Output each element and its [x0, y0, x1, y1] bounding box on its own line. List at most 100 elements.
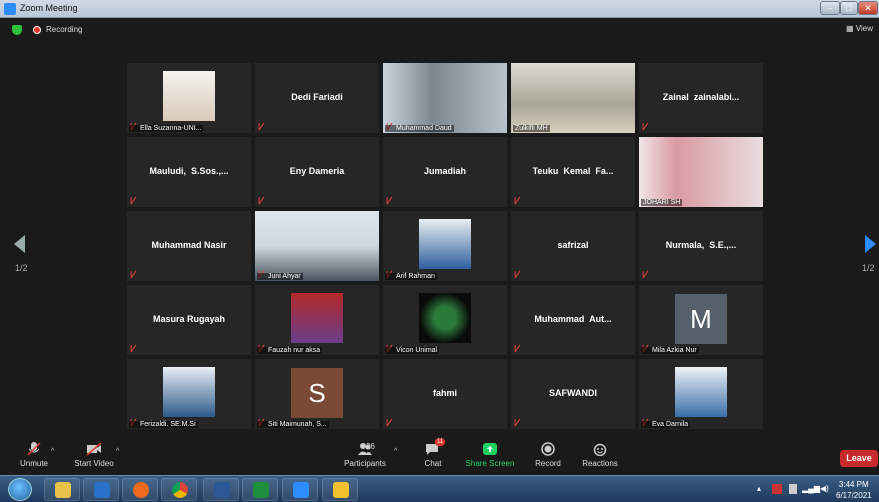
- participant-tile-fauzah[interactable]: ǀFauzah nur aksa: [255, 285, 379, 355]
- share-screen-button[interactable]: Share Screen: [465, 442, 515, 468]
- view-label: View: [855, 24, 873, 33]
- record-button[interactable]: Record: [530, 442, 566, 468]
- reactions-emoji-icon: [592, 442, 608, 457]
- participant-label: Vicon Unimal: [385, 347, 440, 354]
- participant-tile-arif[interactable]: ǀArif Rahman: [383, 211, 507, 281]
- participant-tile-nurmala[interactable]: Nurmala, S.E.,... ǀ: [639, 211, 763, 281]
- participant-photo: [419, 293, 471, 343]
- unmute-label: Unmute: [19, 459, 48, 468]
- view-button[interactable]: ▦ View: [846, 24, 873, 33]
- participants-icon: 26: [350, 442, 380, 456]
- reactions-button[interactable]: Reactions: [580, 442, 620, 468]
- participant-tile-juni[interactable]: ǀJuni Ahyar: [255, 211, 379, 281]
- maximize-button[interactable]: □: [840, 1, 858, 15]
- participant-label: Ferizaldi. SE.M.Si: [129, 421, 198, 428]
- participant-tile-vicon[interactable]: ǀVicon Unimal: [383, 285, 507, 355]
- participant-tile-safrizal[interactable]: safrizal ǀ: [511, 211, 635, 281]
- participants-button[interactable]: 26 Participants: [340, 442, 390, 468]
- participant-tile-mauludi[interactable]: Mauludi, S.Sos.,... ǀ: [127, 137, 251, 207]
- participant-name: Eny Dameria: [289, 166, 345, 176]
- participant-tile-daud[interactable]: ǀMuhammad Daud: [383, 63, 507, 133]
- participant-tile-johari[interactable]: JOHARI SH: [639, 137, 763, 207]
- participant-tile-siti[interactable]: SǀSiti Maimunah, S...: [255, 359, 379, 429]
- next-page-arrow-icon[interactable]: [865, 235, 876, 253]
- participant-tile-fahmi[interactable]: fahmi ǀ: [383, 359, 507, 429]
- participant-tile-ella[interactable]: ǀElla Suzanna-UNI...: [127, 63, 251, 133]
- participant-tile-jumadiah[interactable]: Jumadiah ǀ: [383, 137, 507, 207]
- zoom-app-icon: [4, 3, 16, 15]
- start-button[interactable]: [8, 478, 32, 501]
- participant-tile-safwandi[interactable]: SAFWANDI ǀ: [511, 359, 635, 429]
- window-titlebar: Zoom Meeting – □ ✕: [0, 0, 879, 18]
- participant-label: Ella Suzanna-UNI...: [129, 125, 204, 132]
- taskbar-chrome[interactable]: [161, 478, 197, 501]
- clock-date: 6/17/2021: [836, 491, 872, 500]
- clock-time: 3:44 PM: [838, 480, 869, 489]
- video-options-chevron-icon[interactable]: ^: [116, 448, 119, 455]
- muted-mic-icon: [26, 442, 42, 456]
- taskbar-clock[interactable]: 3:44 PM 6/17/2021: [836, 479, 872, 501]
- unmute-button[interactable]: Unmute: [16, 442, 52, 468]
- participant-tile-ferizaldi[interactable]: ǀFerizaldi. SE.M.Si: [127, 359, 251, 429]
- window-title: Zoom Meeting: [20, 3, 78, 13]
- participant-tile-eny[interactable]: Eny Dameria ǀ: [255, 137, 379, 207]
- taskbar-word[interactable]: [203, 478, 239, 501]
- taskbar-warning[interactable]: [322, 478, 358, 501]
- participant-video: [511, 63, 635, 133]
- participant-tile-teuku[interactable]: Teuku Kemal Fa... ǀ: [511, 137, 635, 207]
- participant-tile-mila[interactable]: MǀMila Azkia Nur: [639, 285, 763, 355]
- participant-label: Mila Azkia Nur: [641, 347, 699, 354]
- participant-tile-zulkifli[interactable]: Zulkifli MH: [511, 63, 635, 133]
- prev-page-arrow-icon[interactable]: [14, 235, 25, 253]
- taskbar-media-player[interactable]: [83, 478, 119, 501]
- participant-photo: [163, 71, 215, 121]
- participant-name: Teuku Kemal Fa...: [532, 166, 614, 176]
- meeting-topbar: Recording ▦ View: [0, 18, 879, 42]
- participant-tile-dedi[interactable]: Dedi Fariadi ǀ: [255, 63, 379, 133]
- participant-name: SAFWANDI: [549, 388, 597, 398]
- participant-tile-aut[interactable]: Muhammad Aut... ǀ: [511, 285, 635, 355]
- participant-avatar: S: [291, 368, 343, 418]
- participant-label: Muhammad Daud: [385, 125, 454, 132]
- participant-label: Siti Maimunah, S...: [257, 421, 329, 428]
- participant-name: Masura Rugayah: [152, 314, 226, 324]
- tray-network-icon[interactable]: ▂▄▆: [802, 484, 820, 493]
- participant-video: [639, 137, 763, 207]
- taskbar-app-green[interactable]: [242, 478, 278, 501]
- participant-tile-zainal[interactable]: Zainal zainalabi... ǀ: [639, 63, 763, 133]
- page-indicator-left: 1/2: [15, 263, 28, 273]
- muted-mic-icon: ǀ: [642, 122, 649, 131]
- participant-tile-eva[interactable]: ǀEva Darnila: [639, 359, 763, 429]
- taskbar-zoom[interactable]: [282, 478, 318, 501]
- start-video-button[interactable]: Start Video: [70, 442, 118, 468]
- participant-label: Arif Rahman: [385, 273, 437, 280]
- tray-expand-icon[interactable]: ▴: [757, 484, 761, 493]
- participant-photo: [291, 293, 343, 343]
- tray-flag-icon[interactable]: [772, 484, 782, 494]
- participant-video: [383, 63, 507, 133]
- participant-tile-masura[interactable]: Masura Rugayah ǀ: [127, 285, 251, 355]
- tray-volume-icon[interactable]: ◀): [820, 484, 829, 493]
- participant-photo: [163, 367, 215, 417]
- participant-avatar: M: [675, 294, 727, 344]
- audio-options-chevron-icon[interactable]: ^: [51, 448, 54, 455]
- muted-mic-icon: ǀ: [130, 270, 137, 279]
- participant-tile-nasir[interactable]: Muhammad Nasir ǀ: [127, 211, 251, 281]
- security-shield-icon[interactable]: [12, 25, 22, 35]
- firefox-icon: [133, 482, 149, 498]
- participant-name: Nurmala, S.E.,...: [665, 240, 737, 250]
- chat-button[interactable]: 11 Chat: [418, 438, 448, 468]
- muted-mic-icon: ǀ: [386, 196, 393, 205]
- minimize-button[interactable]: –: [820, 1, 840, 15]
- participant-name: Zainal zainalabi...: [662, 92, 740, 102]
- taskbar-firefox[interactable]: [122, 478, 158, 501]
- tray-device-icon[interactable]: [789, 484, 797, 494]
- close-button[interactable]: ✕: [858, 1, 878, 15]
- participants-chevron-icon[interactable]: ^: [394, 448, 397, 455]
- leave-button[interactable]: Leave: [840, 450, 878, 467]
- muted-mic-icon: ǀ: [514, 196, 521, 205]
- participant-photo: [675, 367, 727, 417]
- taskbar-explorer[interactable]: [44, 478, 80, 501]
- zoom-icon: [293, 482, 309, 498]
- share-screen-icon: [482, 442, 498, 456]
